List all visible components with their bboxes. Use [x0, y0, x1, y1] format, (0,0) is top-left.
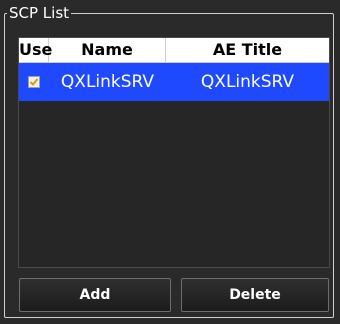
- delete-button[interactable]: Delete: [181, 278, 329, 312]
- scp-list-panel: SCP List Use Name AE Title QXLinkSRV QXL…: [0, 0, 340, 324]
- scp-table: Use Name AE Title QXLinkSRV QXLinkSRV: [18, 37, 330, 268]
- table-row[interactable]: QXLinkSRV QXLinkSRV: [19, 63, 329, 101]
- scp-list-title: SCP List: [9, 4, 70, 22]
- table-header: Use Name AE Title: [19, 38, 329, 63]
- ae-title-cell: QXLinkSRV: [200, 72, 295, 92]
- column-header-name[interactable]: Name: [49, 38, 166, 62]
- column-header-ae-title[interactable]: AE Title: [166, 38, 329, 62]
- column-header-use[interactable]: Use: [19, 38, 52, 62]
- use-checkbox[interactable]: [28, 76, 40, 88]
- add-button[interactable]: Add: [19, 278, 171, 312]
- use-cell: [19, 63, 49, 101]
- checkbox-checked-icon: [29, 78, 39, 86]
- name-cell: QXLinkSRV: [60, 72, 155, 92]
